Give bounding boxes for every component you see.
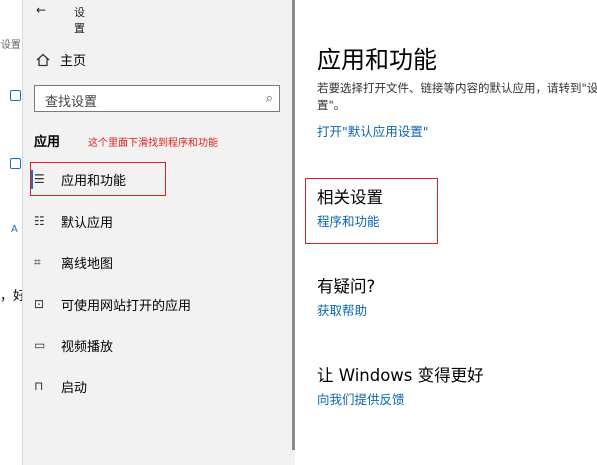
search-icon[interactable]: ⌕	[266, 91, 273, 106]
default-app-settings-link[interactable]: 打开"默认应用设置"	[317, 121, 429, 140]
home-icon	[36, 53, 50, 66]
website-app-icon: ⊡	[34, 297, 45, 311]
nav-item-label: 离线地图	[61, 256, 114, 272]
background-text-fragment: A	[11, 224, 18, 235]
nav-item-startup[interactable]: ⊓ 启动	[34, 373, 87, 399]
background-app-icon	[10, 158, 21, 169]
map-icon: ⌗	[34, 254, 41, 269]
red-annotation-text: 这个里面下滑找到程序和功能	[88, 138, 218, 149]
nav-item-label: 视频播放	[61, 339, 114, 355]
nav-item-label: 可使用网站打开的应用	[61, 298, 192, 314]
video-icon: ▭	[34, 338, 46, 352]
search-placeholder: 查找设置	[45, 95, 98, 110]
feedback-heading: 让 Windows 变得更好	[317, 366, 484, 385]
search-box[interactable]: 查找设置 ⌕	[34, 85, 280, 112]
nav-item-label: 默认应用	[61, 215, 114, 231]
background-window-strip: ]设置 A ，好	[0, 0, 26, 465]
nav-section-title: 应用	[34, 135, 61, 150]
default-apps-icon: ☷	[34, 214, 45, 228]
nav-item-apps-for-websites[interactable]: ⊡ 可使用网站打开的应用	[34, 291, 191, 317]
back-arrow-icon[interactable]: ←	[36, 3, 46, 17]
nav-home[interactable]: 主页	[36, 50, 86, 69]
get-help-link[interactable]: 获取帮助	[317, 300, 367, 319]
page-description: 若要选择打开文件、链接等内容的默认应用，请转到"设置"。	[317, 81, 597, 112]
nav-item-video-playback[interactable]: ▭ 视频播放	[34, 332, 113, 358]
question-heading: 有疑问?	[317, 277, 376, 296]
app-title: 设置	[74, 6, 85, 35]
background-text-fragment: ]设置	[0, 40, 21, 51]
startup-icon: ⊓	[34, 379, 44, 393]
nav-item-label: 启动	[61, 380, 88, 396]
red-highlight-box	[305, 178, 438, 244]
nav-item-offline-maps[interactable]: ⌗ 离线地图	[34, 249, 113, 275]
feedback-link[interactable]: 向我们提供反馈	[317, 389, 405, 408]
background-app-icon	[10, 90, 21, 101]
page-title: 应用和功能	[317, 46, 437, 74]
nav-item-default-apps[interactable]: ☷ 默认应用	[34, 208, 113, 234]
nav-home-label: 主页	[60, 54, 87, 69]
red-highlight-box	[30, 162, 166, 196]
